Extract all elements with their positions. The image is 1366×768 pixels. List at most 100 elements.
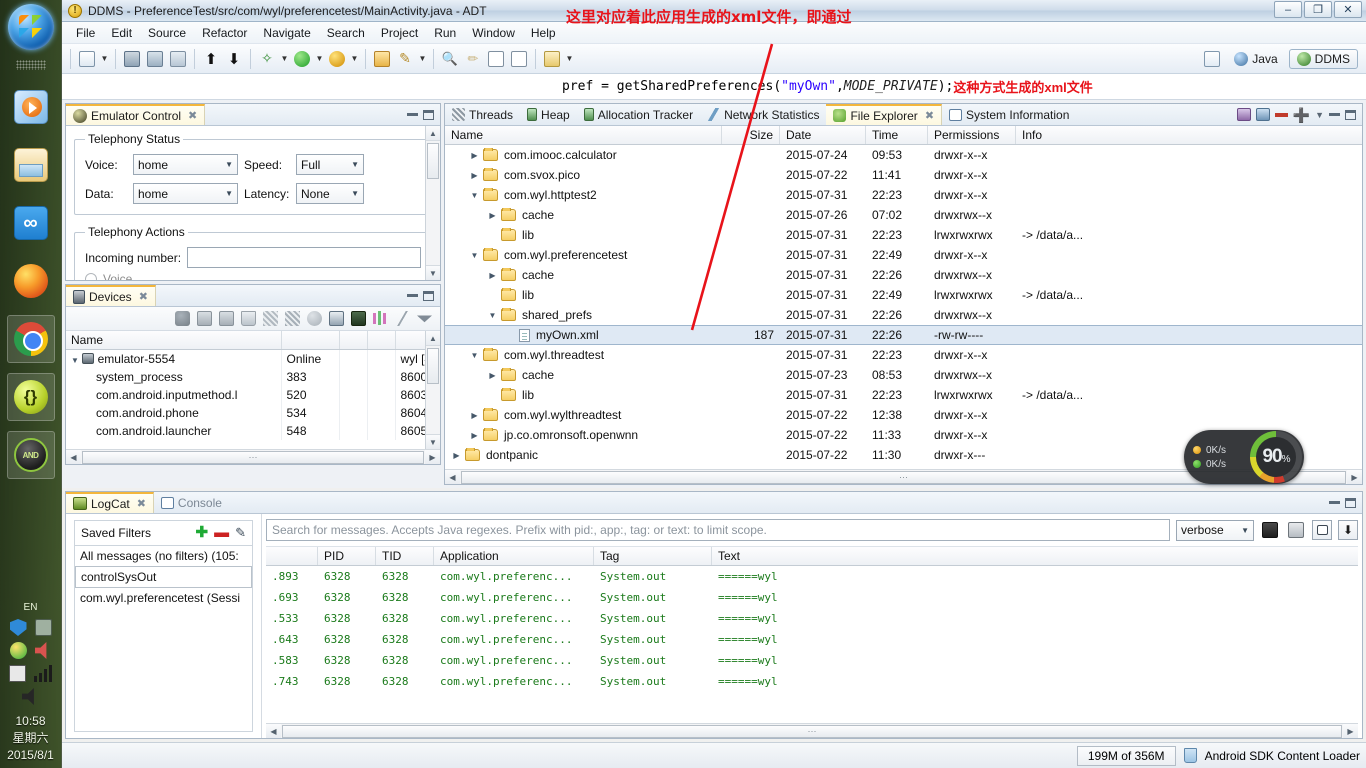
scrollbar-thumb[interactable] <box>427 348 439 384</box>
systrace-icon[interactable] <box>351 311 366 326</box>
export-icon[interactable]: ⬆ <box>200 48 222 70</box>
run-icon[interactable] <box>291 48 313 70</box>
file-explorer-row[interactable]: ▼ com.wyl.httptest2 2015-07-31 22:23 drwxr-x… <box>445 185 1362 205</box>
profile-icon[interactable] <box>326 48 348 70</box>
menu-edit[interactable]: Edit <box>103 24 140 42</box>
security-shield-icon[interactable] <box>9 619 27 636</box>
push-file-icon[interactable] <box>1255 108 1270 121</box>
search-icon[interactable]: 🔍 <box>439 48 461 70</box>
menu-search[interactable]: Search <box>319 24 373 42</box>
display-view-icon[interactable] <box>1312 520 1332 540</box>
fe-col-date[interactable]: Date <box>780 126 866 144</box>
restore-button[interactable]: ❐ <box>1304 1 1332 18</box>
fe-col-permissions[interactable]: Permissions <box>928 126 1016 144</box>
open-perspective-button[interactable] <box>1201 48 1223 70</box>
file-explorer-row[interactable]: ▶ com.wyl.wylthreadtest 2015-07-22 12:38 drw… <box>445 405 1362 425</box>
chevron-down-icon[interactable]: ▼ <box>469 191 480 200</box>
menu-project[interactable]: Project <box>373 24 426 42</box>
print-icon[interactable] <box>167 48 189 70</box>
maximize-icon[interactable] <box>423 109 434 120</box>
lc-col-tag[interactable]: Tag <box>594 547 712 565</box>
debug-icon[interactable]: ✧ <box>256 48 278 70</box>
menu-help[interactable]: Help <box>523 24 564 42</box>
tab-logcat[interactable]: LogCat ✖ <box>66 492 154 513</box>
volume-mute-icon[interactable] <box>34 642 47 659</box>
file-explorer-row[interactable]: ▶ cache 2015-07-23 08:53 drwxrwx--x <box>445 365 1362 385</box>
next-annotation-caret[interactable]: ▼ <box>564 48 575 70</box>
browser-globe-icon[interactable] <box>9 642 27 659</box>
log-level-select[interactable]: verbose ▼ <box>1176 519 1254 541</box>
reset-adb-icon[interactable] <box>373 311 388 326</box>
logcat-row[interactable]: .533 6328 6328 com.wyl.preferenc... System.o… <box>266 608 1358 629</box>
perspective-ddms[interactable]: DDMS <box>1288 48 1358 69</box>
file-explorer-row[interactable]: ▼ com.wyl.threadtest 2015-07-31 22:23 drwxr-… <box>445 345 1362 365</box>
file-explorer-row[interactable]: ▶ com.imooc.calculator 2015-07-24 09:53 drwx… <box>445 145 1362 165</box>
voice-radio[interactable] <box>85 273 97 280</box>
external-tools-caret[interactable]: ▼ <box>417 48 428 70</box>
devices-col-name[interactable]: Name <box>66 331 282 350</box>
tab-heap[interactable]: Heap <box>520 104 577 125</box>
logcat-row[interactable]: .743 6328 6328 com.wyl.preferenc... System.o… <box>266 671 1358 692</box>
pencil-icon[interactable]: ✏ <box>462 48 484 70</box>
logcat-row[interactable]: .643 6328 6328 com.wyl.preferenc... System.o… <box>266 629 1358 650</box>
heap-updates-icon[interactable] <box>197 311 212 326</box>
close-icon[interactable]: ✖ <box>137 497 146 510</box>
run-dropdown-caret[interactable]: ▼ <box>314 48 325 70</box>
save-log-icon[interactable] <box>1260 520 1280 540</box>
edit-filter-icon[interactable]: ✎ <box>235 525 246 541</box>
open-perspective-icon[interactable] <box>371 48 393 70</box>
lc-col-pid[interactable]: PID <box>318 547 376 565</box>
minimize-icon[interactable] <box>407 294 418 297</box>
toggle-ruler-icon[interactable] <box>485 48 507 70</box>
file-explorer-row[interactable]: lib 2015-07-31 22:49 lrwxrwxrwx -> /data/a..… <box>445 285 1362 305</box>
lc-col-application[interactable]: Application <box>434 547 594 565</box>
delete-icon[interactable] <box>1274 112 1288 117</box>
table-row[interactable]: system_process 383 8600 <box>66 368 440 386</box>
network-speed-gauge[interactable]: 0K/s 0K/s 90% <box>1184 430 1304 484</box>
lc-col-tid[interactable]: TID <box>376 547 434 565</box>
scroll-down-icon[interactable]: ▼ <box>426 434 440 449</box>
devices-col-d[interactable] <box>367 331 396 350</box>
list-item[interactable]: com.wyl.preferencetest (Sessi <box>75 588 252 608</box>
perspective-java[interactable]: Java <box>1227 50 1284 68</box>
taskbar-item-file-explorer[interactable] <box>7 141 55 189</box>
tab-console[interactable]: Console <box>154 492 229 513</box>
taskbar-item-baidu-netdisk[interactable]: ∞ <box>7 199 55 247</box>
screen-capture-icon[interactable] <box>329 311 344 326</box>
scroll-left-icon[interactable]: ◀ <box>66 450 81 464</box>
pull-file-icon[interactable] <box>1236 108 1251 121</box>
devices-horizontal-scrollbar[interactable]: ◀ ⋯ ▶ <box>66 449 440 464</box>
network-monitor-icon[interactable] <box>34 619 52 636</box>
logcat-row[interactable]: .693 6328 6328 com.wyl.preferenc... System.o… <box>266 587 1358 608</box>
taskbar-item-eclipse-adt[interactable]: AND <box>6 431 55 479</box>
minimize-icon[interactable] <box>1329 113 1340 116</box>
profile-dropdown-caret[interactable]: ▼ <box>349 48 360 70</box>
debug-dropdown-caret[interactable]: ▼ <box>279 48 290 70</box>
tab-devices[interactable]: Devices ✖ <box>66 285 156 306</box>
minimize-icon[interactable] <box>407 113 418 116</box>
file-explorer-row[interactable]: lib 2015-07-31 22:23 lrwxrwxrwx -> /data/a..… <box>445 385 1362 405</box>
close-icon[interactable]: ✖ <box>139 290 148 303</box>
scroll-right-icon[interactable]: ▶ <box>1347 470 1362 484</box>
file-explorer-row[interactable]: ▶ cache 2015-07-26 07:02 drwxrwx--x <box>445 205 1362 225</box>
tab-file-explorer[interactable]: File Explorer ✖ <box>826 104 943 125</box>
clipboard-icon[interactable] <box>8 665 26 682</box>
logcat-row[interactable]: .583 6328 6328 com.wyl.preferenc... System.o… <box>266 650 1358 671</box>
add-filter-icon[interactable]: ✚ <box>196 525 209 540</box>
dump-hprof-icon[interactable] <box>219 311 234 326</box>
speaker-icon[interactable] <box>22 688 34 705</box>
scrollbar-thumb[interactable]: ⋯ <box>282 724 1342 738</box>
data-select[interactable]: home ▼ <box>133 183 238 204</box>
file-explorer-row[interactable]: lib 2015-07-31 22:23 lrwxrwxrwx -> /data/a..… <box>445 225 1362 245</box>
chevron-right-icon[interactable]: ▶ <box>451 451 462 460</box>
next-annotation-icon[interactable] <box>541 48 563 70</box>
logcat-horizontal-scrollbar[interactable]: ◀ ⋯ ▶ <box>266 723 1358 738</box>
scroll-up-icon[interactable]: ▲ <box>426 331 440 346</box>
tab-allocation-tracker[interactable]: Allocation Tracker <box>577 104 700 125</box>
table-row[interactable]: ▼ emulator-5554 Online wyl [4 <box>66 349 440 368</box>
latency-select[interactable]: None ▼ <box>296 183 364 204</box>
maximize-icon[interactable] <box>1345 109 1356 120</box>
chevron-down-icon[interactable]: ▼ <box>487 311 498 320</box>
table-row[interactable]: com.android.inputmethod.l 520 8603 <box>66 386 440 404</box>
tray-language-indicator[interactable]: EN <box>24 602 38 613</box>
